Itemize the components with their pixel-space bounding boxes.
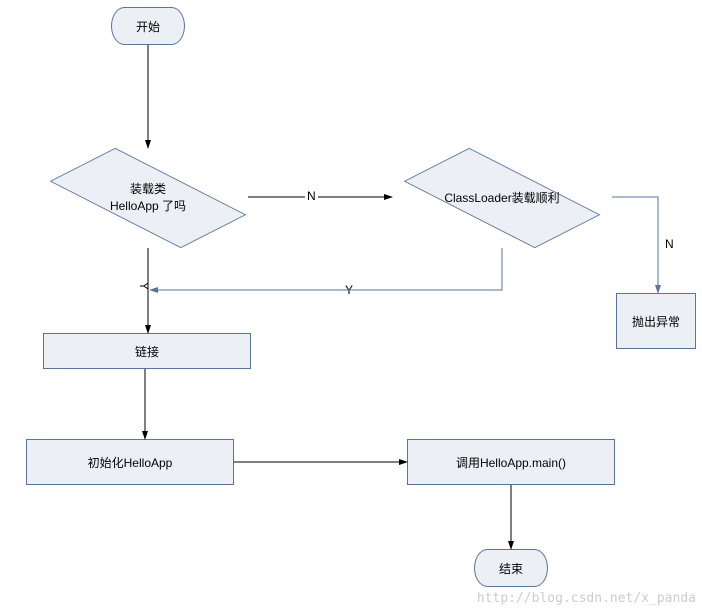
decision-loader-ok: ClassLoader装载顺利 xyxy=(392,148,612,248)
decision-loaded-text: 装载类 HelloApp 了吗 xyxy=(110,181,186,215)
edge-label-loaded-no: N xyxy=(307,189,316,203)
edge-label-loader-ok-yes: Y xyxy=(345,283,353,297)
process-throw-exception: 抛出异常 xyxy=(616,293,696,349)
decision-loader-ok-text: ClassLoader装载顺利 xyxy=(444,190,559,207)
decision-loader-ok-label: ClassLoader装载顺利 xyxy=(392,148,612,248)
process-link-label: 链接 xyxy=(135,343,159,360)
decision-loaded: 装载类 HelloApp 了吗 xyxy=(48,148,248,248)
arrows-layer xyxy=(0,0,702,610)
end-terminator: 结束 xyxy=(474,549,548,587)
start-terminator: 开始 xyxy=(111,7,185,45)
watermark: http://blog.csdn.net/x_panda xyxy=(477,591,696,606)
process-throw-exception-label: 抛出异常 xyxy=(632,313,680,330)
edge-label-loader-ok-no: N xyxy=(665,237,674,251)
decision-loaded-label: 装载类 HelloApp 了吗 xyxy=(48,148,248,248)
edge-label-loaded-yes: Y xyxy=(137,282,151,290)
process-init: 初始化HelloApp xyxy=(26,439,234,485)
start-label: 开始 xyxy=(136,18,160,35)
process-init-label: 初始化HelloApp xyxy=(88,454,173,471)
end-label: 结束 xyxy=(499,560,523,577)
process-invoke-main-label: 调用HelloApp.main() xyxy=(456,454,566,471)
process-invoke-main: 调用HelloApp.main() xyxy=(407,439,615,485)
process-link: 链接 xyxy=(43,333,251,369)
flowchart-canvas: { "nodes": { "start": "开始", "decision_lo… xyxy=(0,0,702,610)
